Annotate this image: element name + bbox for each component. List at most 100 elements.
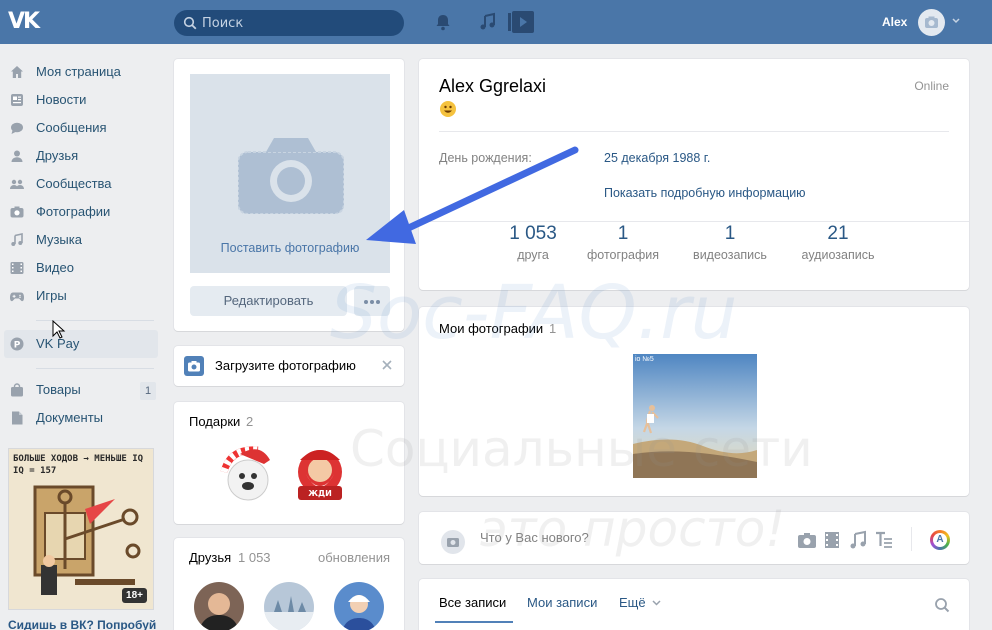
nav-label: Товары — [36, 382, 81, 397]
stat-audio[interactable]: 21 аудиозапись — [783, 223, 893, 262]
video-icon — [10, 262, 24, 274]
svg-text:P: P — [14, 340, 21, 350]
ad-banner[interactable]: БОЛЬШЕ ХОДОВ → МЕНЬШЕ IQ IQ = 157 18+ — [8, 448, 154, 610]
active-tab-indicator — [435, 621, 513, 623]
nav-divider — [36, 368, 154, 369]
nav-label: Документы — [36, 410, 104, 425]
nav-item-friends[interactable]: Друзья — [0, 142, 160, 170]
games-icon — [10, 292, 24, 302]
nav-item-games[interactable]: Игры — [0, 282, 160, 310]
close-icon[interactable] — [381, 359, 393, 371]
ad-headline: БОЛЬШЕ ХОДОВ → МЕНЬШЕ IQ IQ = 157 — [13, 453, 143, 477]
nav-label: Сообщества — [36, 176, 112, 191]
messages-icon — [11, 122, 23, 134]
friend-avatar[interactable] — [334, 582, 384, 630]
stat-label: видеозапись — [693, 248, 767, 262]
documents-icon — [12, 411, 23, 425]
tab-my-posts[interactable]: Мои записи — [527, 595, 597, 610]
friends-icon — [11, 150, 23, 162]
stat-number: 21 — [827, 223, 849, 244]
search-icon — [183, 16, 197, 30]
gifts-title[interactable]: Подарки — [189, 414, 240, 429]
svg-text:ЖДИ: ЖДИ — [308, 489, 332, 498]
search-icon[interactable] — [934, 597, 950, 613]
vk-logo[interactable]: VK — [8, 9, 44, 35]
nav-item-news[interactable]: Новости — [0, 86, 160, 114]
counter-badge: 1 — [140, 382, 156, 400]
post-author-avatar[interactable]: A — [930, 530, 950, 550]
nav-label: Игры — [36, 288, 67, 303]
play-icon[interactable] — [508, 11, 534, 33]
nav-item-photos[interactable]: Фотографии — [0, 198, 160, 226]
watermark-line3: это просто! — [480, 500, 786, 558]
music-icon[interactable] — [848, 530, 868, 550]
header-avatar[interactable] — [918, 9, 945, 36]
header-user-name[interactable]: Alex — [882, 15, 907, 29]
communities-icon — [10, 179, 24, 189]
nav-item-communities[interactable]: Сообщества — [0, 170, 160, 198]
camera-icon[interactable] — [797, 530, 817, 550]
nav-label: Сообщения — [36, 120, 107, 135]
smile-emoji-icon[interactable] — [440, 101, 456, 117]
watermark-site: Soc-FAQ.ru — [330, 270, 738, 356]
nav-item-documents[interactable]: Документы — [0, 404, 160, 432]
nav-label: Новости — [36, 92, 87, 107]
edit-profile-button[interactable]: Редактировать — [190, 286, 347, 316]
nav-label: Друзья — [36, 148, 79, 163]
nav-item-vkpay[interactable]: P VK Pay — [4, 330, 158, 358]
age-rating-badge: 18+ — [122, 588, 147, 603]
camera-icon[interactable] — [441, 530, 465, 554]
birthday-value[interactable]: 25 декабря 1988 г. — [604, 151, 710, 165]
avatar-letter: A — [933, 533, 947, 547]
friend-avatar[interactable] — [194, 582, 244, 630]
chevron-down-icon[interactable] — [952, 18, 960, 24]
text-icon[interactable] — [874, 530, 894, 550]
bell-icon[interactable] — [433, 12, 453, 32]
ad-line1: БОЛЬШЕ ХОДОВ → МЕНЬШЕ IQ — [13, 454, 144, 464]
nav-label: Моя страница — [36, 64, 121, 79]
nav-label: Видео — [36, 260, 74, 275]
stat-videos[interactable]: 1 видеозапись — [675, 223, 785, 262]
friend-avatar[interactable] — [264, 582, 314, 630]
tab-more[interactable]: Ещё — [619, 595, 646, 610]
video-icon[interactable] — [823, 530, 843, 550]
nav-item-music[interactable]: Музыка — [0, 226, 160, 254]
nav-item-video[interactable]: Видео — [0, 254, 160, 282]
profile-name: Alex Ggrelaxi — [439, 76, 547, 96]
photo-caption: io №5 — [635, 356, 654, 363]
search-input[interactable] — [202, 14, 392, 32]
show-more-info-link[interactable]: Показать подробную информацию — [604, 186, 806, 200]
nav-item-my-page[interactable]: Моя страница — [0, 58, 160, 86]
gift-polar-bear-image[interactable] — [218, 442, 282, 506]
news-icon — [11, 94, 23, 106]
music-icon[interactable] — [478, 12, 498, 32]
friends-updates-link[interactable]: обновления — [318, 550, 390, 565]
chevron-down-icon[interactable] — [652, 600, 661, 606]
stat-number: 1 — [724, 223, 736, 244]
tab-all-posts[interactable]: Все записи — [439, 595, 506, 610]
gift-santa-image[interactable]: ЖДИ — [288, 442, 352, 506]
home-icon — [11, 66, 23, 78]
stat-label: аудиозапись — [801, 248, 875, 262]
toolbar-divider — [911, 527, 912, 551]
friends-count: 1 053 — [238, 550, 271, 565]
friends-title[interactable]: Друзья — [189, 550, 231, 565]
nav-label: Фотографии — [36, 204, 111, 219]
nav-item-goods[interactable]: Товары 1 — [0, 376, 160, 404]
friends-card: Друзья 1 053 обновления — [174, 538, 404, 630]
wall-tabs-card: Все записи Мои записи Ещё — [419, 579, 969, 630]
mouse-cursor-icon — [52, 320, 66, 339]
nav-item-messages[interactable]: Сообщения — [0, 114, 160, 142]
nav-label: Музыка — [36, 232, 82, 247]
music-icon — [11, 233, 23, 246]
stat-label: фотография — [587, 248, 659, 262]
camera-icon — [10, 206, 24, 218]
top-header: VK Alex — [0, 0, 992, 44]
ad-caption[interactable]: Сидишь в ВК? Попробуй — [8, 618, 156, 630]
gifts-count: 2 — [246, 414, 254, 429]
shop-icon — [11, 383, 23, 397]
search-box[interactable] — [174, 10, 404, 36]
camera-icon — [925, 16, 938, 28]
camera-icon — [238, 138, 344, 214]
watermark-line2: Социальные сети — [350, 420, 813, 478]
